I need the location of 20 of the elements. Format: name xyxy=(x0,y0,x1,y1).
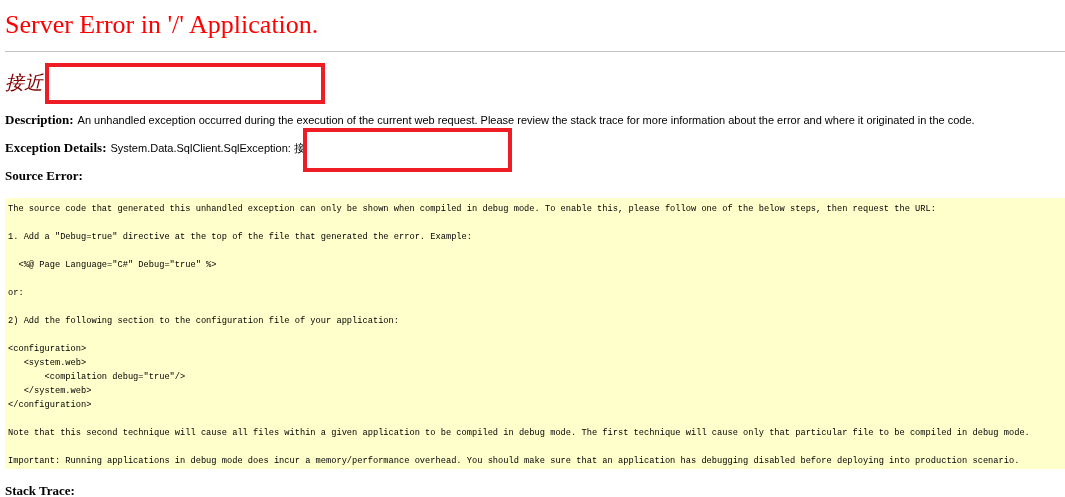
code-line: 2) Add the following section to the configuration file of your application: xyxy=(8,315,400,328)
exception-label: Exception Details: xyxy=(5,139,107,157)
exception-text: System.Data.SqlClient.SqlException: 接 xyxy=(110,141,305,156)
error-heading: 接近 xyxy=(5,71,43,95)
code-line: 1. Add a "Debug=true" directive at the top of the file that generated the error. Example: xyxy=(8,231,473,244)
code-line: Note that this second technique will cause all files within a given application to be compiled in debug mode. The first technique will cause only that particular file to be compiled in debug mode. xyxy=(8,427,1031,440)
code-line: or: xyxy=(8,287,25,300)
code-line: <compilation debug="true"/> xyxy=(43,371,187,384)
description-text: An unhandled exception occurred during the execution of the current web request. Please review the stack trace for more information about the error and where it originated in the code. xyxy=(77,113,975,128)
code-line: Important: Running applications in debug mode does incur a memory/performance overhead. You should make sure that an application has debugging disabled before deploying into production scenario. xyxy=(8,455,1021,468)
code-line: The source code that generated this unhandled exception can only be shown when compiled in debug mode. To enable this, please follow one of the below steps, then request the URL: xyxy=(8,203,937,216)
code-line: <configuration> xyxy=(8,343,88,356)
code-line: </configuration> xyxy=(8,399,93,412)
stack-trace-label: Stack Trace: xyxy=(5,482,75,497)
code-line: <%@ Page Language="C#" Debug="true" %> xyxy=(17,259,218,272)
page-title: Server Error in '/' Application. xyxy=(5,9,320,41)
description-label: Description: xyxy=(5,111,74,129)
code-line: <system.web> xyxy=(22,357,88,370)
source-error-label: Source Error: xyxy=(5,167,83,185)
code-line: </system.web> xyxy=(22,385,93,398)
